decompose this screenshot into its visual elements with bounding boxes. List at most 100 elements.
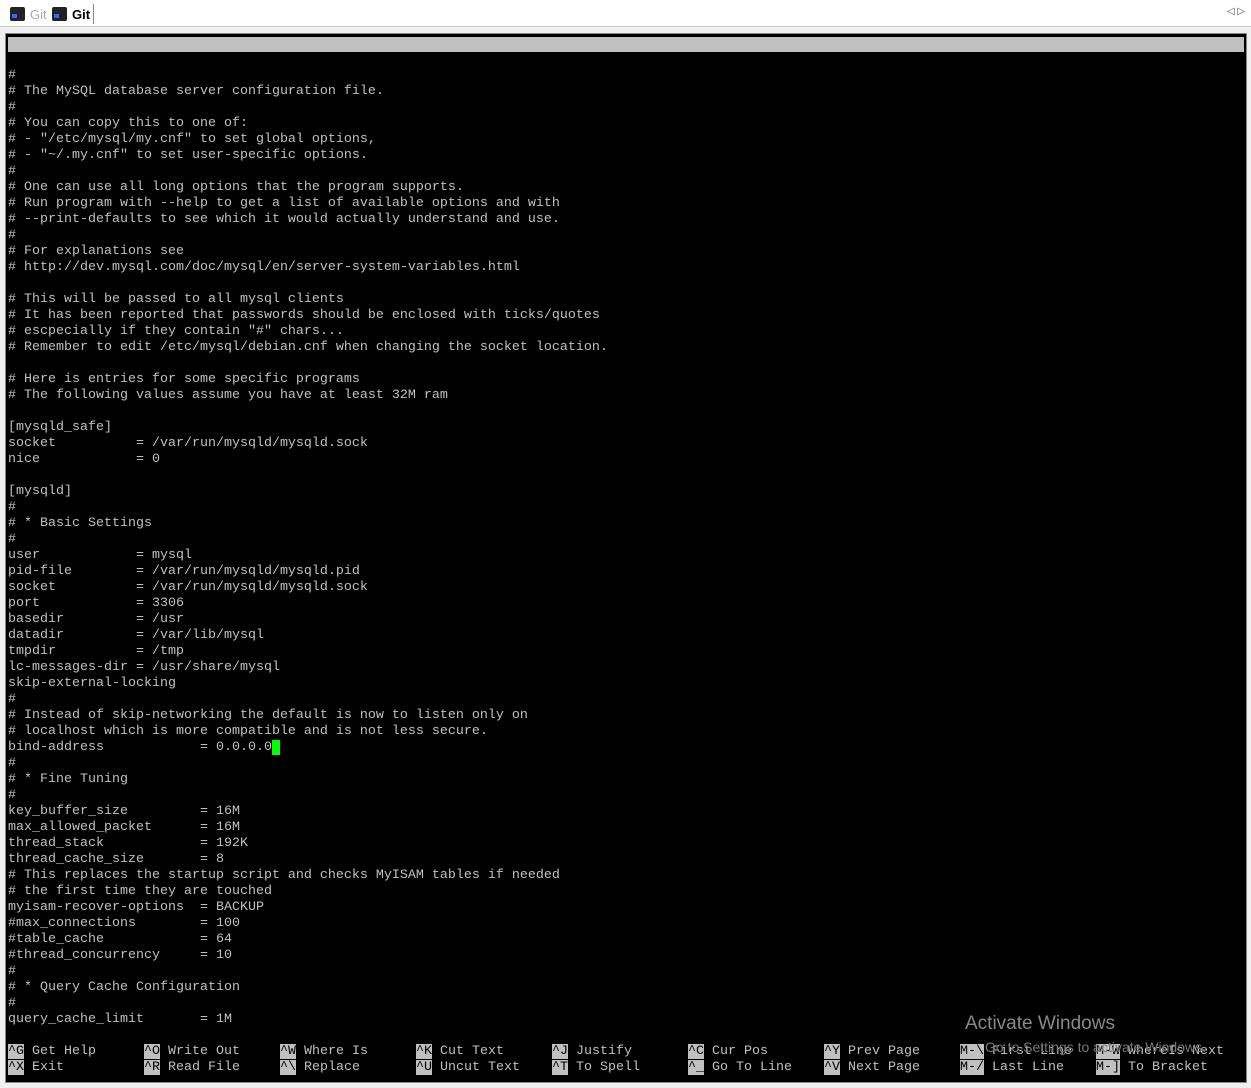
nano-header: GNU nano 2.5.3 File: mysqld.cnf Modified — [8, 37, 1244, 97]
editor-line: user = mysql — [8, 548, 192, 563]
editor-line: lc-messages-dir = /usr/share/mysql — [8, 660, 280, 675]
shortcut-key: M-\ — [960, 1044, 984, 1059]
shortcut-key: ^R — [144, 1060, 160, 1075]
shortcut-label: Cur Pos — [712, 1044, 768, 1059]
editor-line: # - "~/.my.cnf" to set user-specific opt… — [8, 148, 368, 163]
shortcut-item[interactable]: ^Y Prev Page — [824, 1044, 920, 1060]
editor-line: # The MySQL database server configuratio… — [8, 84, 384, 99]
mremoteng-icon — [10, 7, 25, 21]
shortcut-item[interactable]: ^O Write Out — [144, 1044, 240, 1060]
shortcut-key: ^C — [688, 1044, 704, 1059]
editor-line: # * Fine Tuning — [8, 772, 128, 787]
shortcut-item[interactable]: ^U Uncut Text — [416, 1060, 520, 1076]
shortcut-label: Last Line — [992, 1060, 1064, 1075]
mremoteng-icon — [52, 7, 67, 21]
editor-line: # — [8, 68, 16, 83]
shortcut-item[interactable]: ^\ Replace — [280, 1060, 360, 1076]
shortcut-key: ^W — [280, 1044, 296, 1059]
editor-line: # — [8, 788, 16, 803]
shortcut-key: M-/ — [960, 1060, 984, 1075]
editor-line: # escpecially if they contain "#" chars.… — [8, 324, 344, 339]
shortcut-item[interactable]: M-] To Bracket — [1096, 1060, 1208, 1076]
shortcut-key: ^V — [824, 1060, 840, 1075]
editor-line: socket = /var/run/mysqld/mysqld.sock — [8, 580, 368, 595]
shortcut-key: ^\ — [280, 1060, 296, 1075]
shortcut-key: ^U — [416, 1060, 432, 1075]
shortcut-label: Go To Line — [712, 1060, 792, 1075]
editor-line: # The following values assume you have a… — [8, 388, 448, 403]
editor-line: # — [8, 756, 16, 771]
shortcut-item[interactable]: ^K Cut Text — [416, 1044, 504, 1060]
editor-line: #max_connections = 100 — [8, 916, 240, 931]
tab-scroll-arrows[interactable]: ◁ ▷ — [1227, 6, 1245, 17]
editor-line: # — [8, 964, 16, 979]
editor-line: # localhost which is more compatible and… — [8, 724, 488, 739]
shortcut-label: Where Is — [304, 1044, 368, 1059]
tab-git-1[interactable]: Git — [10, 4, 47, 24]
editor-line: # This replaces the startup script and c… — [8, 868, 560, 883]
editor-line: [mysqld_safe] — [8, 420, 112, 435]
shortcut-key: ^T — [552, 1060, 568, 1075]
editor-line: # For explanations see — [8, 244, 184, 259]
shortcut-item[interactable]: ^T To Spell — [552, 1060, 640, 1076]
editor-line: # It has been reported that passwords sh… — [8, 308, 600, 323]
shortcut-key: ^J — [552, 1044, 568, 1059]
shortcut-label: Get Help — [32, 1044, 96, 1059]
shortcut-item[interactable]: ^R Read File — [144, 1060, 240, 1076]
editor-line: thread_stack = 192K — [8, 836, 248, 851]
shortcut-label: Read File — [168, 1060, 240, 1075]
shortcut-item[interactable]: M-/ Last Line — [960, 1060, 1064, 1076]
editor-line: # Run program with --help to get a list … — [8, 196, 560, 211]
editor-line: basedir = /usr — [8, 612, 184, 627]
editor-line: [mysqld] — [8, 484, 72, 499]
shortcut-label: To Spell — [576, 1060, 640, 1075]
activate-windows-subtitle: Go to Settings to activate Windows. — [985, 1039, 1206, 1055]
shortcut-key: ^_ — [688, 1060, 704, 1075]
shortcut-label: To Bracket — [1128, 1060, 1208, 1075]
editor-line: datadir = /var/lib/mysql — [8, 628, 264, 643]
shortcut-key: M-] — [1096, 1060, 1120, 1075]
editor-line: query_cache_limit = 1M — [8, 1012, 232, 1027]
editor-line: # --print-defaults to see which it would… — [8, 212, 560, 227]
shortcut-item[interactable]: ^X Exit — [8, 1060, 64, 1076]
editor-line: tmpdir = /tmp — [8, 644, 184, 659]
editor-line: socket = /var/run/mysqld/mysqld.sock — [8, 436, 368, 451]
editor-line: # You can copy this to one of: — [8, 116, 248, 131]
shortcut-item[interactable]: ^G Get Help — [8, 1044, 96, 1060]
shortcut-label: Justify — [576, 1044, 632, 1059]
editor-line: # the first time they are touched — [8, 884, 272, 899]
modified-status: Modified — [1180, 82, 1244, 97]
activate-windows-title: Activate Windows — [965, 1013, 1115, 1034]
tab-git-2[interactable]: Git — [52, 4, 95, 24]
editor-line: # — [8, 500, 16, 515]
terminal[interactable]: GNU nano 2.5.3 File: mysqld.cnf Modified… — [5, 33, 1247, 1083]
tab-bar: Git Git ◁ ▷ — [0, 0, 1251, 27]
editor-line: # - "/etc/mysql/my.cnf" to set global op… — [8, 132, 376, 147]
shortcut-label: Uncut Text — [440, 1060, 520, 1075]
app-version: GNU nano 2.5.3 — [24, 52, 136, 67]
shortcut-label: Write Out — [168, 1044, 240, 1059]
shortcut-item[interactable]: ^_ Go To Line — [688, 1060, 792, 1076]
editor-line: # One can use all long options that the … — [8, 180, 464, 195]
editor-line: # — [8, 532, 16, 547]
shortcut-key: ^X — [8, 1060, 24, 1075]
file-name: File: mysqld.cnf — [448, 67, 576, 82]
shortcut-key: ^Y — [824, 1044, 840, 1059]
editor-line: # Here is entries for some specific prog… — [8, 372, 360, 387]
shortcut-item[interactable]: ^V Next Page — [824, 1060, 920, 1076]
shortcut-item[interactable]: ^W Where Is — [280, 1044, 368, 1060]
editor-line: myisam-recover-options = BACKUP — [8, 900, 264, 915]
editor-line: # * Query Cache Configuration — [8, 980, 240, 995]
shortcut-key: ^O — [144, 1044, 160, 1059]
shortcut-item[interactable]: ^J Justify — [552, 1044, 632, 1060]
editor-line: # — [8, 100, 16, 115]
shortcut-label: Replace — [304, 1060, 360, 1075]
shortcut-label: Prev Page — [848, 1044, 920, 1059]
editor-line: #thread_concurrency = 10 — [8, 948, 232, 963]
shortcut-key: ^G — [8, 1044, 24, 1059]
shortcut-item[interactable]: ^C Cur Pos — [688, 1044, 768, 1060]
editor-line: bind-address = 0.0.0.0 — [8, 740, 280, 756]
editor-line: # Remember to edit /etc/mysql/debian.cnf… — [8, 340, 608, 355]
text-cursor — [271, 740, 280, 755]
editor-line: # — [8, 228, 16, 243]
